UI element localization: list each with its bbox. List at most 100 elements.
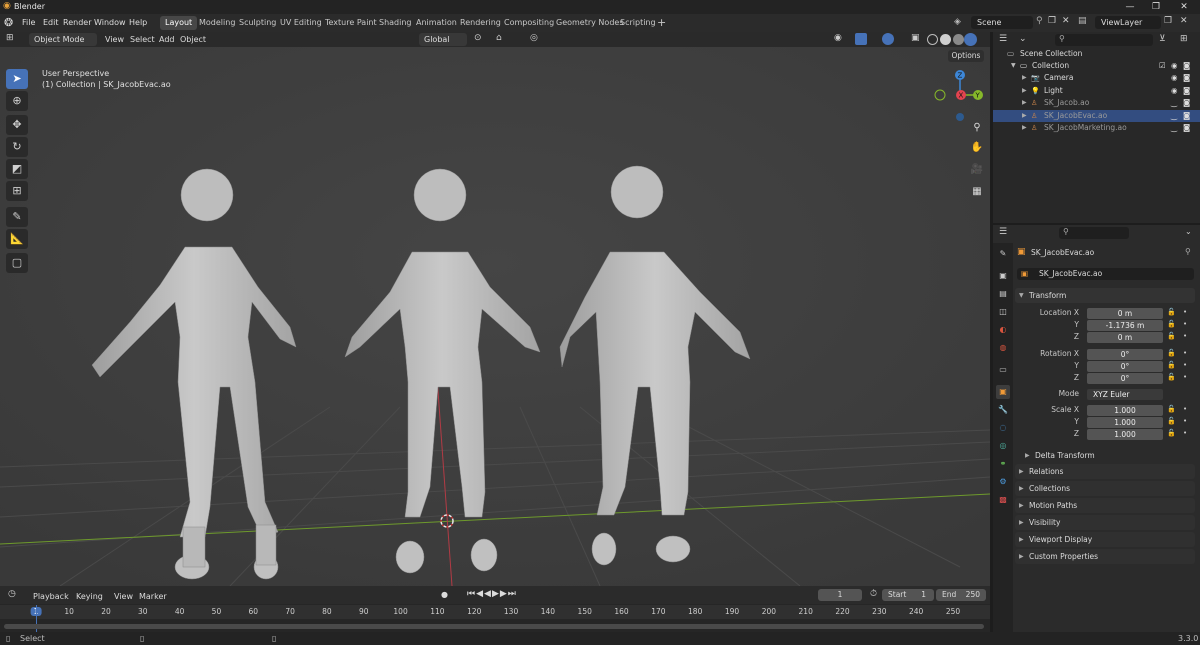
options-dropdown[interactable]: Options <box>948 50 984 62</box>
camera-render-icon[interactable]: ◙ <box>1183 97 1190 109</box>
keyframe-dot-icon[interactable]: • <box>1183 429 1187 437</box>
new-collection-icon[interactable]: ⊞ <box>1180 34 1188 44</box>
camera-render-icon[interactable]: ◙ <box>1183 110 1190 122</box>
proportional-edit-icon[interactable]: ◎ <box>530 33 538 43</box>
delete-viewlayer-icon[interactable]: ✕ <box>1180 16 1188 26</box>
lock-icon[interactable]: 🔓 <box>1167 373 1176 381</box>
delta-transform-subpanel[interactable]: ▶ Delta Transform <box>1021 448 1193 463</box>
panel-header[interactable]: ▶ Custom Properties <box>1015 549 1195 564</box>
solid-shading-icon[interactable] <box>940 34 951 45</box>
zoom-icon[interactable]: ⚲ <box>968 119 986 137</box>
menu-object[interactable]: Object <box>180 33 206 46</box>
tab-texture-paint[interactable]: Texture Paint <box>320 16 382 30</box>
stopwatch-icon[interactable]: ⏱ <box>870 589 877 599</box>
maximize-button[interactable]: ❐ <box>1144 0 1168 14</box>
timeline-editor-icon[interactable]: ◷ <box>8 589 16 599</box>
display-mode-icon[interactable]: ⌄ <box>1019 34 1027 44</box>
panel-header[interactable]: ▶ Visibility <box>1015 515 1195 530</box>
menu-edit[interactable]: Edit <box>43 17 59 29</box>
chevron-down-icon[interactable]: ⌄ <box>1185 227 1192 236</box>
lock-icon[interactable]: 🔓 <box>1167 405 1176 413</box>
menu-select[interactable]: Select <box>130 33 155 46</box>
camera-render-icon[interactable]: ◙ <box>1183 85 1190 97</box>
panel-header[interactable]: ▶ Viewport Display <box>1015 532 1195 547</box>
checkbox-icon[interactable]: ☑ <box>1159 60 1166 72</box>
tab-layout[interactable]: Layout <box>160 16 198 30</box>
scene-tab-icon[interactable]: ◐ <box>996 323 1010 337</box>
menu-marker[interactable]: Marker <box>139 590 167 603</box>
output-tab-icon[interactable]: ▤ <box>996 287 1010 301</box>
annotate-tool[interactable]: ✎ <box>6 207 28 227</box>
menu-add[interactable]: Add <box>159 33 175 46</box>
view-layer-tab-icon[interactable]: ◫ <box>996 305 1010 319</box>
location-x-field[interactable]: 0 m <box>1087 308 1163 319</box>
wireframe-shading-icon[interactable] <box>927 34 938 45</box>
menu-help[interactable]: Help <box>129 17 147 29</box>
rotation-z-field[interactable]: 0° <box>1087 373 1163 384</box>
add-workspace-button[interactable]: + <box>652 16 671 30</box>
collection-tab-icon[interactable]: ▭ <box>996 363 1010 377</box>
camera-view-icon[interactable]: 🎥 <box>968 161 986 179</box>
visibility-icon[interactable]: ◉ <box>834 33 842 43</box>
cursor-tool[interactable]: ⊕ <box>6 91 28 111</box>
keyframe-dot-icon[interactable]: • <box>1183 320 1187 328</box>
new-scene-icon[interactable]: ❐ <box>1048 16 1056 26</box>
scene-icon[interactable]: ◈ <box>954 17 961 27</box>
gizmo-toggle-icon[interactable] <box>855 33 867 45</box>
filter-icon[interactable]: ⊻ <box>1159 34 1166 44</box>
lock-icon[interactable]: 🔓 <box>1167 320 1176 328</box>
render-tab-icon[interactable]: ▣ <box>996 269 1010 283</box>
rendered-shading-icon[interactable] <box>964 33 977 46</box>
delete-scene-icon[interactable]: ✕ <box>1062 16 1070 26</box>
texture-tab-icon[interactable]: ▩ <box>996 493 1010 507</box>
location-y-field[interactable]: -1.1736 m <box>1087 320 1163 331</box>
location-z-field[interactable]: 0 m <box>1087 332 1163 343</box>
modifier-tab-icon[interactable]: 🔧 <box>996 403 1010 417</box>
overlay-toggle-icon[interactable] <box>882 33 894 45</box>
properties-search-input[interactable]: ⚲ <box>1059 227 1129 239</box>
outliner-item[interactable]: ▶ 📷 Camera ◉ ◙ <box>993 72 1200 84</box>
keyframe-dot-icon[interactable]: • <box>1183 308 1187 316</box>
new-viewlayer-icon[interactable]: ❐ <box>1164 16 1172 26</box>
viewlayer-selector[interactable]: ViewLayer <box>1095 16 1161 29</box>
outliner-collection[interactable]: ▼ ▭ Collection ☑ ◉ ◙ <box>993 60 1200 72</box>
end-frame-field[interactable]: End 250 <box>936 589 986 601</box>
keyframe-dot-icon[interactable]: • <box>1183 349 1187 357</box>
panel-header[interactable]: ▶ Collections <box>1015 481 1195 496</box>
rotation-mode-select[interactable]: XYZ Euler <box>1087 389 1163 400</box>
frame-ruler[interactable]: 1102030405060708090100110120130140150160… <box>0 605 990 619</box>
eye-icon[interactable]: ◉ <box>1171 72 1178 84</box>
properties-editor-icon[interactable]: ☰ <box>999 227 1007 237</box>
expand-arrow-icon[interactable]: ▶ <box>1022 122 1027 134</box>
eye-icon[interactable]: ‿ <box>1171 110 1177 122</box>
particles-tab-icon[interactable]: ◌ <box>996 421 1010 435</box>
mode-selector[interactable]: Object Mode <box>29 33 97 46</box>
lock-icon[interactable]: 🔓 <box>1167 308 1176 316</box>
lock-icon[interactable]: 🔓 <box>1167 349 1176 357</box>
outliner-search-input[interactable]: ⚲ <box>1055 34 1153 46</box>
blender-menu-icon[interactable]: ❂ <box>4 16 13 29</box>
outliner-item[interactable]: ▶ 💡 Light ◉ ◙ <box>993 85 1200 97</box>
expand-arrow-icon[interactable]: ▶ <box>1022 72 1027 84</box>
camera-render-icon[interactable]: ◙ <box>1183 72 1190 84</box>
keyframe-dot-icon[interactable]: • <box>1183 417 1187 425</box>
transform-tool[interactable]: ⊞ <box>6 181 28 201</box>
move-tool[interactable]: ✥ <box>6 115 28 135</box>
select-box-tool[interactable]: ➤ <box>6 69 28 89</box>
physics-tab-icon[interactable]: ◎ <box>996 439 1010 453</box>
xray-icon[interactable]: ▣ <box>911 33 920 43</box>
scale-x-field[interactable]: 1.000 <box>1087 405 1163 416</box>
object-tab-icon[interactable]: ▣ <box>996 385 1010 399</box>
keyframe-dot-icon[interactable]: • <box>1183 361 1187 369</box>
eye-icon[interactable]: ‿ <box>1171 97 1177 109</box>
menu-keying[interactable]: Keying <box>76 590 103 603</box>
scale-y-field[interactable]: 1.000 <box>1087 417 1163 428</box>
snap-icon[interactable]: ⌂ <box>496 33 502 43</box>
tab-uv-editing[interactable]: UV Editing <box>275 16 327 30</box>
minimize-button[interactable]: — <box>1118 0 1142 14</box>
lock-icon[interactable]: 🔓 <box>1167 332 1176 340</box>
menu-render[interactable]: Render <box>63 17 91 29</box>
expand-arrow-icon[interactable]: ▶ <box>1022 85 1027 97</box>
outliner-item[interactable]: ▶ ♙ SK_JacobMarketing.ao ‿ ◙ <box>993 122 1200 134</box>
object-name-field[interactable]: ▣ SK_JacobEvac.ao <box>1017 268 1194 280</box>
